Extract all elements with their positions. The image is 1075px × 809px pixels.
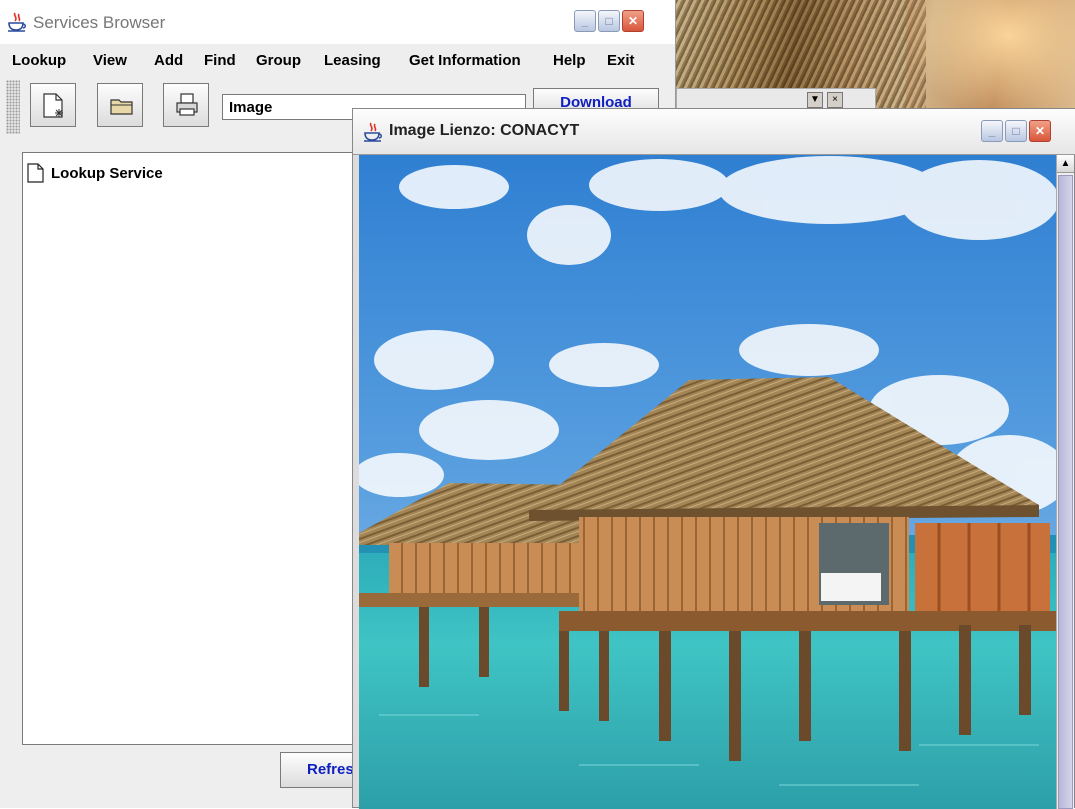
image-lienzo-window: Image Lienzo: CONACYT _ □ ✕ ▲ <box>352 108 1075 809</box>
service-type-value: Image <box>229 99 273 116</box>
toolbar-grip[interactable] <box>6 80 20 134</box>
menu-lookup[interactable]: Lookup <box>12 52 66 69</box>
scroll-up-arrow-icon[interactable]: ▲ <box>1057 155 1074 173</box>
image-window-title: Image Lienzo: CONACYT <box>389 122 580 139</box>
new-document-icon <box>43 93 63 118</box>
print-button[interactable] <box>163 83 209 127</box>
maximize-button[interactable]: □ <box>598 10 620 32</box>
menu-leasing[interactable]: Leasing <box>324 52 381 69</box>
background-combo-arrow-icon: ▼ <box>807 92 823 108</box>
menu-add[interactable]: Add <box>154 52 183 69</box>
main-window-title: Services Browser <box>33 13 166 32</box>
image-minimize-button[interactable]: _ <box>981 120 1003 142</box>
image-close-button[interactable]: ✕ <box>1029 120 1051 142</box>
printer-icon <box>176 93 198 116</box>
image-maximize-button[interactable]: □ <box>1005 120 1027 142</box>
image-title-bar[interactable]: Image Lienzo: CONACYT _ □ ✕ <box>353 109 1075 155</box>
image-vertical-scrollbar[interactable]: ▲ <box>1056 155 1074 809</box>
java-coffee-cup-icon <box>8 12 26 32</box>
close-button[interactable]: ✕ <box>622 10 644 32</box>
menu-group[interactable]: Group <box>256 52 301 69</box>
image-canvas[interactable] <box>359 155 1056 809</box>
menu-help[interactable]: Help <box>553 52 586 69</box>
overwater-bungalow-photo <box>359 155 1056 809</box>
scroll-thumb[interactable] <box>1058 175 1073 809</box>
document-icon <box>27 163 44 183</box>
tree-node-label: Lookup Service <box>51 165 163 182</box>
java-coffee-cup-icon <box>364 122 382 142</box>
background-glow <box>906 0 1075 118</box>
open-folder-icon <box>110 99 133 115</box>
new-button[interactable] <box>30 83 76 127</box>
minimize-button[interactable]: _ <box>574 10 596 32</box>
menu-exit[interactable]: Exit <box>607 52 635 69</box>
menu-find[interactable]: Find <box>204 52 236 69</box>
menu-get-information[interactable]: Get Information <box>409 52 521 69</box>
menu-view[interactable]: View <box>93 52 127 69</box>
menu-bar: Lookup View Add Find Group Leasing Get I… <box>0 46 676 74</box>
open-button[interactable] <box>97 83 143 127</box>
background-close-icon: × <box>827 92 843 108</box>
main-title-bar[interactable]: Services Browser _ □ ✕ <box>0 0 675 44</box>
service-tree[interactable]: Lookup Service <box>22 152 378 745</box>
